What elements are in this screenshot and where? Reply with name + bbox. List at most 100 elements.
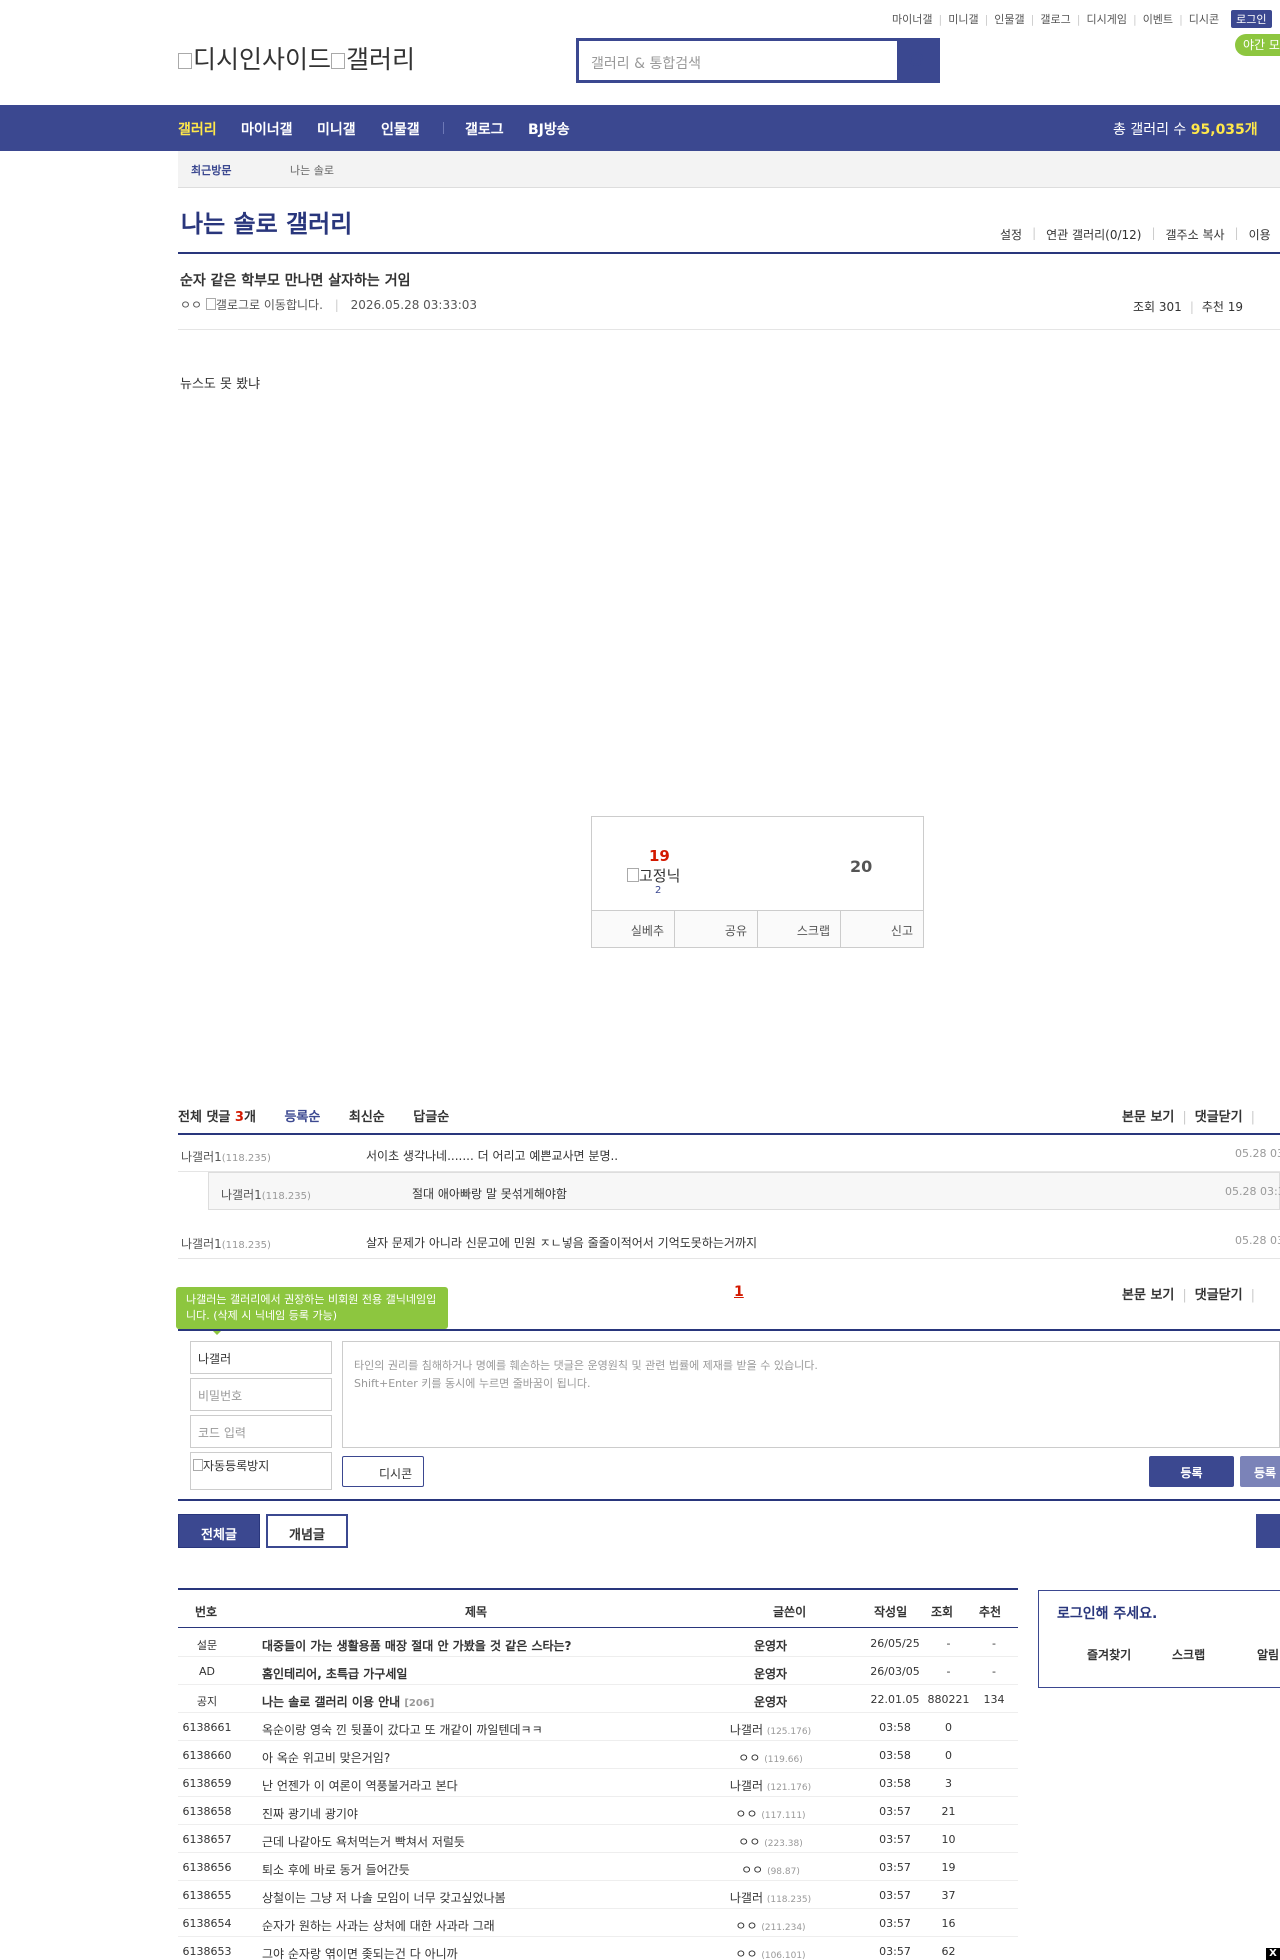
row-writer[interactable]: 운영자 [698,1693,843,1710]
row-writer[interactable]: ㅇㅇ (211.234) [698,1917,843,1934]
top-link-dccon[interactable]: 디시콘 [1189,11,1219,27]
share-button[interactable]: 공유 [675,911,758,947]
comment-page-1[interactable]: 1 [734,1284,744,1300]
notice-row[interactable]: 설문 대중들이 가는 생활용품 매장 절대 안 가봤을 것 같은 스타는? 운영자 2… [178,1629,1018,1657]
gallery-usage[interactable]: 이용 [1249,226,1271,243]
row-subject[interactable]: 진짜 광기네 광기야 [262,1805,358,1822]
table-row[interactable]: 6138658 진짜 광기네 광기야 ㅇㅇ (117.111) 03:57 21 [178,1797,1018,1825]
row-subject[interactable]: 그야 순자랑 엮이면 좆되는건 다 아니까 [262,1945,458,1960]
reply-item: 나갤러1(118.235) 절대 애아빠랑 말 못섞게해야함 05.28 03:… [208,1172,1280,1210]
downvote-count[interactable]: 20 [850,857,872,876]
row-subject[interactable]: 근데 나같아도 욕처먹는거 빡쳐서 저럴듯 [262,1833,465,1850]
register-recommend-button[interactable]: 등록 [1240,1456,1280,1487]
row-writer[interactable]: 나갤러 (121.176) [698,1777,843,1794]
comment-textarea[interactable]: 타인의 권리를 침해하거나 명예를 훼손하는 댓글은 운영원칙 및 관련 법률에… [342,1341,1280,1448]
row-writer[interactable]: ㅇㅇ (223.38) [698,1833,843,1850]
table-row[interactable]: 6138655 상철이는 그냥 저 나솔 모임이 너무 갖고싶었나봄 나갤러 (11… [178,1881,1018,1909]
top-link-event[interactable]: 이벤트 [1143,11,1173,27]
table-row[interactable]: 6138660 아 옥순 위고비 맞은거임? ㅇㅇ (119.66) 03:58 0 [178,1741,1018,1769]
upvote-count[interactable]: 19 [649,847,670,865]
top-link-person[interactable]: 인물갤 [994,11,1024,27]
table-row[interactable]: 6138653 그야 순자랑 엮이면 좆되는건 다 아니까 ㅇㅇ (106.101)… [178,1937,1018,1960]
tab-registered[interactable]: 등록순 [284,1110,320,1125]
row-writer[interactable]: ㅇㅇ (119.66) [698,1749,843,1766]
gallery-title[interactable]: 나는 솔로 갤러리 [181,204,352,239]
col-views: 조회 [931,1605,954,1619]
row-subject[interactable]: 홈인테리어, 초특급 가구세일 [262,1665,407,1682]
row-number: 공지 [196,1695,218,1708]
row-writer[interactable]: 나갤러 (125.176) [698,1721,843,1738]
captcha-image[interactable]: 자동등록방지 [190,1452,332,1490]
col-recommends: 추천 [979,1605,1002,1619]
top-link-gallog[interactable]: 갤로그 [1040,11,1070,27]
row-subject[interactable]: 아 옥순 위고비 맞은거임? [262,1749,390,1766]
row-subject[interactable]: 난 언젠가 이 여론이 역풍불거라고 본다 [262,1777,458,1794]
login-prompt[interactable]: 로그인해 주세요. [1057,1603,1157,1623]
top-link-mini[interactable]: 미니갤 [948,11,978,27]
nickname-field[interactable]: 나갤러 [190,1341,332,1374]
table-row[interactable]: 6138661 옥순이랑 영숙 낀 뒷풀이 갔다고 또 개같이 까일텐데ㅋㅋ 나갤러… [178,1713,1018,1741]
password-field[interactable]: 비밀번호 [190,1378,332,1411]
scrap-button[interactable]: 스크랩 [758,911,841,947]
recent-visit-item[interactable]: 나는 솔로 [290,162,334,178]
row-writer[interactable]: ㅇㅇ (117.111) [698,1805,843,1822]
recent-visit-label[interactable]: 최근방문 [191,162,231,178]
row-writer[interactable]: 나갤러 (118.235) [698,1889,843,1906]
tab-latest[interactable]: 최신순 [349,1110,385,1125]
login-button[interactable]: 로그인 [1231,10,1272,28]
top-link-minor[interactable]: 마이너갤 [892,11,932,27]
captcha-code-field[interactable]: 코드 입력 [190,1415,332,1448]
tab-replies[interactable]: 답글순 [413,1110,449,1125]
night-mode-toggle[interactable]: 야간 모드 [1235,34,1280,56]
view-post-button[interactable]: 본문 보기 [1122,1288,1174,1303]
row-writer[interactable]: 운영자 [698,1637,843,1654]
row-subject[interactable]: 나는 솔로 갤러리 이용 안내 [206] [262,1693,434,1710]
row-writer[interactable]: ㅇㅇ (98.87) [698,1861,843,1878]
search-input[interactable]: 갤러리 & 통합검색 [579,41,897,80]
row-writer[interactable]: ㅇㅇ (106.101) [698,1945,843,1960]
table-row[interactable]: 6138656 퇴소 후에 바로 동거 들어간듯 ㅇㅇ (98.87) 03:57 19 [178,1853,1018,1881]
nav-person[interactable]: 인물갤 [381,119,420,139]
row-subject[interactable]: 상철이는 그냥 저 나솔 모임이 너무 갖고싶었나봄 [262,1889,506,1906]
close-comments-button[interactable]: 댓글닫기 [1195,1110,1243,1125]
notice-row[interactable]: AD 홈인테리어, 초특급 가구세일 운영자 26/03/05 - - [178,1657,1018,1685]
realbest-button[interactable]: 실베추 [592,911,675,947]
nav-gallery[interactable]: 갤러리 [178,119,217,139]
close-icon[interactable]: X [1266,1948,1280,1960]
scrap-link[interactable]: 스크랩 [1172,1646,1205,1663]
report-button[interactable]: 신고 [841,911,923,947]
notifications-link[interactable]: 알림 [1257,1646,1279,1663]
write-button[interactable] [1256,1514,1280,1548]
post-author[interactable]: ㅇㅇ [180,298,202,312]
copy-gallery-url[interactable]: 갤주소 복사 [1166,226,1225,243]
row-subject[interactable]: 순자가 원하는 사과는 상처에 대한 사과라 그래 [262,1917,495,1934]
register-button[interactable]: 등록 [1149,1456,1234,1487]
related-galleries[interactable]: 연관 갤러리(0/12) [1046,226,1141,243]
concept-posts-button[interactable]: 개념글 [266,1514,348,1548]
search-button[interactable] [897,41,937,80]
gallery-settings[interactable]: 설정 [1000,226,1022,243]
row-subject[interactable]: 대중들이 가는 생활용품 매장 절대 안 가봤을 것 같은 스타는? [262,1637,572,1654]
top-link-game[interactable]: 디시게임 [1086,11,1126,27]
nav-mini[interactable]: 미니갤 [317,119,356,139]
row-subject[interactable]: 옥순이랑 영숙 낀 뒷풀이 갔다고 또 개같이 까일텐데ㅋㅋ [262,1721,543,1738]
comment-nick[interactable]: 나갤러1(118.235) [181,1148,271,1165]
table-row[interactable]: 6138654 순자가 원하는 사과는 상처에 대한 사과라 그래 ㅇㅇ (211.… [178,1909,1018,1937]
favorites-link[interactable]: 즐겨찾기 [1087,1646,1131,1663]
view-post-button[interactable]: 본문 보기 [1122,1110,1174,1125]
table-row[interactable]: 6138657 근데 나같아도 욕처먹는거 빡쳐서 저럴듯 ㅇㅇ (223.38) 0… [178,1825,1018,1853]
table-row[interactable]: 6138659 난 언젠가 이 여론이 역풍불거라고 본다 나갤러 (121.176… [178,1769,1018,1797]
comment-nick[interactable]: 나갤러1(118.235) [181,1235,271,1252]
nav-gallog[interactable]: 갤로그 [465,119,504,139]
row-subject[interactable]: 퇴소 후에 바로 동거 들어간듯 [262,1861,410,1878]
all-posts-button[interactable]: 전체글 [178,1514,260,1548]
row-writer[interactable]: 운영자 [698,1665,843,1682]
gallog-icon[interactable] [205,298,216,310]
nav-minor[interactable]: 마이너갤 [241,119,293,139]
reply-nick[interactable]: 나갤러1(118.235) [221,1186,311,1203]
dccon-button[interactable]: 디시콘 [342,1456,424,1487]
nav-bj[interactable]: BJ방송 [528,119,570,139]
close-comments-button[interactable]: 댓글닫기 [1195,1288,1243,1303]
notice-row[interactable]: 공지 나는 솔로 갤러리 이용 안내 [206] 운영자 22.01.05 880221… [178,1685,1018,1713]
site-logo[interactable]: 디시인사이드 갤러리 [178,40,415,76]
